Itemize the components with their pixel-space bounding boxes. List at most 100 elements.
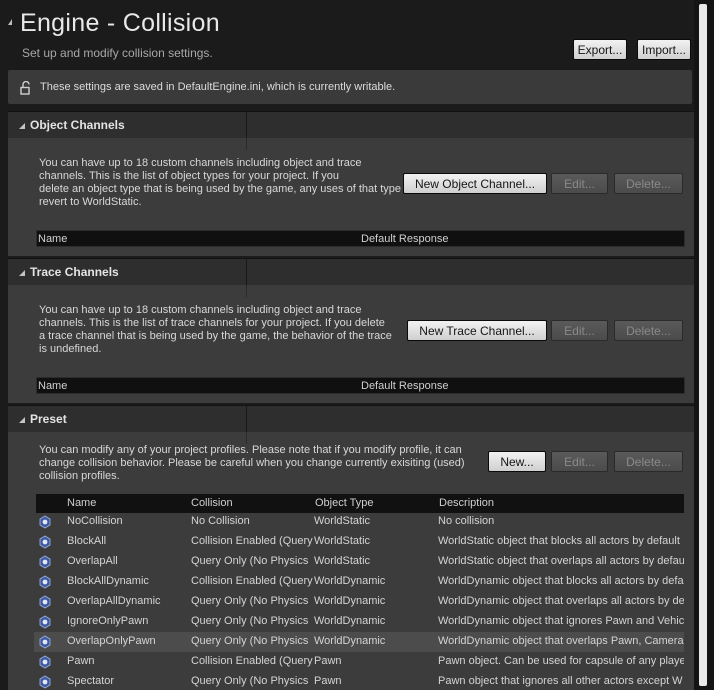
row-description: WorldDynamic object that overlaps all ac… [438,595,684,607]
description-line: collision profiles. [39,470,120,482]
page-title: Engine - Collision [20,9,220,37]
collapse-triangle-icon[interactable] [19,123,25,129]
row-description: Pawn object that ignores all other actor… [438,675,683,687]
preset-description: You can modify any of your project profi… [39,444,465,483]
row-name: Pawn [67,655,95,667]
table-row[interactable]: Pawn Collision Enabled (Query Pawn Pawn obj… [34,652,684,672]
notice-text: These settings are saved in DefaultEngin… [40,81,396,93]
edit-preset-button[interactable]: Edit... [551,451,608,472]
collision-profile-icon [39,655,51,669]
column-collision[interactable]: Collision [191,497,233,509]
row-collision: Query Only (No Physics [191,615,309,627]
row-name: OverlapOnlyPawn [67,635,156,647]
preset-table-header: Name Collision Object Type Description [36,494,684,513]
row-object-type: WorldStatic [314,555,371,567]
table-row[interactable]: NoCollision No Collision WorldStatic No col… [34,512,684,532]
row-collision: No Collision [191,515,250,527]
vertical-scrollbar[interactable] [694,0,714,690]
row-object-type: WorldDynamic [314,635,386,647]
row-name: BlockAll [67,535,107,547]
body-divider [246,285,247,297]
export-button[interactable]: Export... [573,39,627,60]
row-name: OverlapAll [67,555,118,567]
collision-profile-icon [39,515,51,529]
row-object-type: Pawn [314,655,342,667]
row-name: OverlapAllDynamic [67,595,161,607]
column-name[interactable]: Name [38,380,67,392]
body-divider [246,138,247,150]
description-line: revert to WorldStatic. [39,196,142,208]
header-divider [246,406,247,433]
description-line: You can have up to 18 custom channels in… [39,157,362,169]
row-object-type: WorldDynamic [314,595,386,607]
table-row[interactable]: BlockAllDynamic Collision Enabled (Query W… [34,572,684,592]
description-line: channels. This is the list of trace chan… [39,317,385,329]
header-divider [246,259,247,286]
collision-profile-icon [39,595,51,609]
object-channels-list-header: Name Default Response [36,230,685,247]
row-collision: Query Only (No Physics [191,595,309,607]
preset-header[interactable]: Preset [8,405,694,433]
column-object-type[interactable]: Object Type [315,497,374,509]
row-description: WorldDynamic object that ignores Pawn an… [438,615,684,627]
new-trace-channel-button[interactable]: New Trace Channel... [407,320,547,341]
column-description[interactable]: Description [439,497,494,509]
collision-profile-icon [39,675,51,689]
row-name: BlockAllDynamic [67,575,149,587]
edit-trace-channel-button[interactable]: Edit... [551,320,608,341]
table-row[interactable]: OverlapAllDynamic Query Only (No Physics W… [34,592,684,612]
row-description: No collision [438,515,495,527]
row-collision: Collision Enabled (Query [191,575,313,587]
object-channels-body: You can have up to 18 custom channels in… [8,138,694,256]
config-notice-bar: These settings are saved in DefaultEngin… [8,70,692,104]
new-object-channel-button[interactable]: New Object Channel... [403,173,547,194]
row-object-type: Pawn [314,675,342,687]
column-name[interactable]: Name [38,233,67,245]
scrollbar-thumb[interactable] [699,4,707,686]
description-line: You can modify any of your project profi… [39,444,462,456]
description-line: channels. This is the list of object typ… [39,170,339,182]
row-description: WorldDynamic object that overlaps Pawn, … [438,635,684,647]
row-collision: Collision Enabled (Query [191,655,313,667]
row-collision: Query Only (No Physics [191,635,309,647]
delete-preset-button[interactable]: Delete... [614,451,683,472]
description-line: a trace channel that is being used by th… [39,330,392,342]
column-name[interactable]: Name [67,497,96,509]
collision-profile-icon [39,615,51,629]
row-object-type: WorldDynamic [314,615,386,627]
edit-object-channel-button[interactable]: Edit... [551,173,608,194]
table-row[interactable]: Spectator Query Only (No Physics Pawn Pawn … [34,672,684,690]
description-line: change collision behavior. Please be car… [39,457,465,469]
row-name: NoCollision [67,515,123,527]
collision-profile-icon [39,575,51,589]
row-description: WorldStatic object that overlaps all act… [438,555,684,567]
delete-object-channel-button[interactable]: Delete... [614,173,683,194]
column-default-response[interactable]: Default Response [361,380,448,392]
collapse-triangle-icon[interactable] [8,19,12,25]
table-row[interactable]: OverlapOnlyPawn Query Only (No Physics Wor… [34,632,684,652]
row-collision: Query Only (No Physics [191,555,309,567]
description-line: You can have up to 18 custom channels in… [39,304,362,316]
column-default-response[interactable]: Default Response [361,233,448,245]
row-collision: Query Only (No Physics [191,675,309,687]
collision-profile-icon [39,635,51,649]
section-title: Preset [30,412,67,426]
collapse-triangle-icon[interactable] [19,417,25,423]
object-channels-description: You can have up to 18 custom channels in… [39,157,419,209]
table-row[interactable]: IgnoreOnlyPawn Query Only (No Physics Worl… [34,612,684,632]
trace-channels-header[interactable]: Trace Channels [8,258,694,286]
new-preset-button[interactable]: New... [488,451,546,472]
import-button[interactable]: Import... [637,39,691,60]
trace-channels-body: You can have up to 18 custom channels in… [8,285,694,403]
description-line: delete an object type that is being used… [39,183,420,195]
row-collision: Collision Enabled (Query [191,535,313,547]
table-row[interactable]: OverlapAll Query Only (No Physics WorldSta… [34,552,684,572]
row-object-type: WorldDynamic [314,575,386,587]
collapse-triangle-icon[interactable] [19,270,25,276]
table-row[interactable]: BlockAll Collision Enabled (Query WorldSta… [34,532,684,552]
trace-channels-description: You can have up to 18 custom channels in… [39,304,392,356]
row-object-type: WorldStatic [314,535,371,547]
delete-trace-channel-button[interactable]: Delete... [614,320,683,341]
object-channels-header[interactable]: Object Channels [8,111,694,139]
description-line: is undefined. [39,343,102,355]
